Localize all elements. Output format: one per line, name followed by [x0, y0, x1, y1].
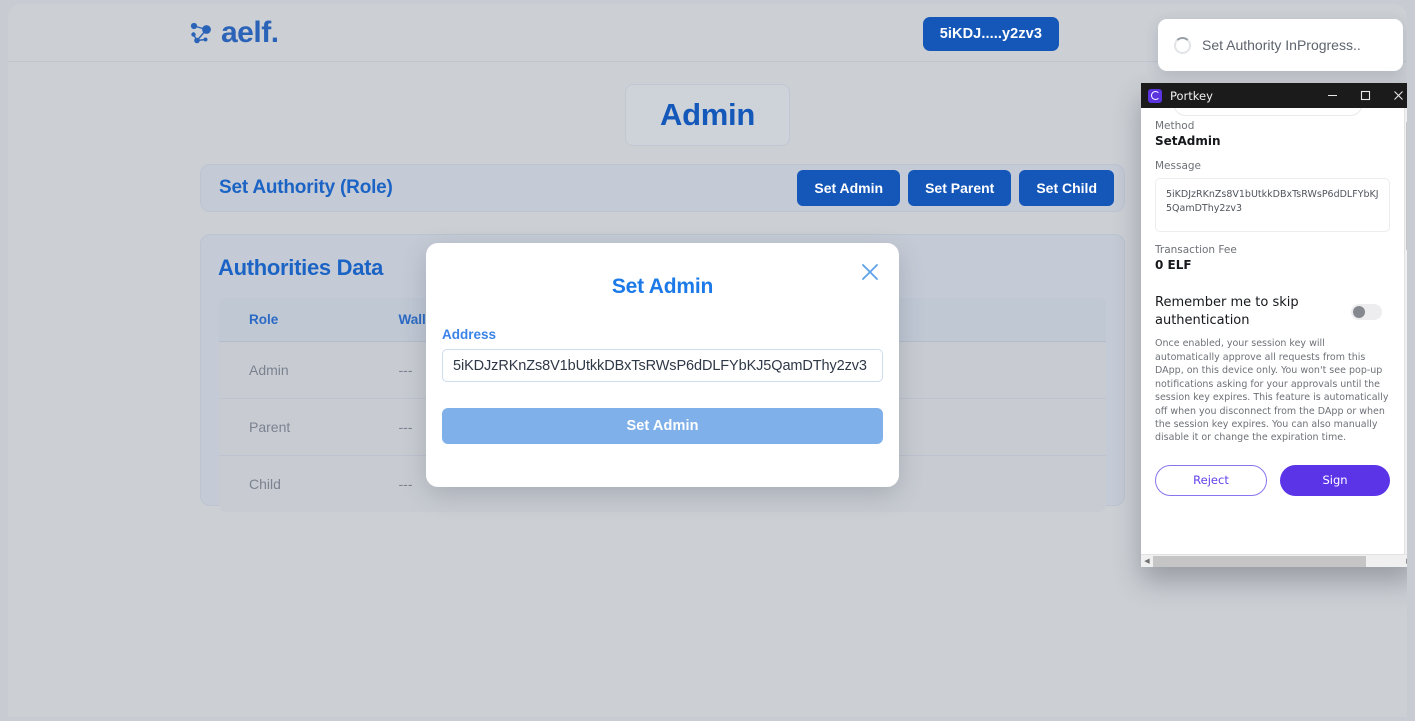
modal-title: Set Admin [611, 275, 714, 298]
status-toast: Set Authority InProgress.. [1158, 19, 1403, 71]
portkey-window-title: Portkey [1170, 88, 1213, 103]
portkey-vertical-scrollbar[interactable]: ▲ ▼ [1404, 108, 1407, 554]
method-label: Method [1155, 120, 1195, 132]
set-child-button[interactable]: Set Child [1019, 170, 1114, 206]
set-parent-button[interactable]: Set Parent [908, 170, 1012, 206]
column-header-role: Role [219, 298, 369, 342]
portkey-logo-icon [1148, 88, 1162, 103]
toast-message: Set Authority InProgress.. [1202, 37, 1361, 53]
cell-role: Child [219, 455, 369, 512]
vertical-scroll-thumb[interactable] [1406, 122, 1407, 250]
page-title: Admin [625, 84, 790, 146]
remember-me-label: Remember me to skip authentication [1155, 295, 1299, 328]
portkey-partial-card [1173, 108, 1363, 116]
portkey-extension-window: Portkey Method SetAdmin Message 5iKDJzRK… [1141, 83, 1407, 567]
message-value: 5iKDJzRKnZs8V1bUtkkDBxTsRWsP6dDLFYbKJ5Qa… [1166, 189, 1379, 214]
wallet-address-button[interactable]: 5iKDJ.....y2zv3 [922, 17, 1059, 51]
toggle-knob [1353, 305, 1365, 318]
maximize-icon[interactable] [1349, 83, 1382, 108]
message-label: Message [1155, 160, 1202, 172]
address-input[interactable] [442, 349, 883, 382]
modal-set-admin-submit-button[interactable]: Set Admin [442, 408, 883, 444]
scroll-up-arrow-icon[interactable]: ▲ [1405, 108, 1407, 120]
cell-role: Parent [219, 398, 369, 456]
brand-logo[interactable]: aelf. [188, 18, 279, 48]
horizontal-scroll-thumb[interactable] [1153, 555, 1366, 567]
portkey-titlebar[interactable]: Portkey [1141, 83, 1407, 108]
cell-role: Admin [219, 341, 369, 399]
transaction-fee-label: Transaction Fee [1155, 244, 1237, 256]
session-key-description: Once enabled, your session key will auto… [1155, 338, 1389, 444]
brand-name: aelf. [221, 16, 279, 49]
set-authority-title: Set Authority (Role) [219, 177, 393, 198]
set-admin-button[interactable]: Set Admin [797, 170, 901, 206]
remember-me-row: Remember me to skip authentication [1155, 294, 1390, 329]
browser-window: aelf. 5iKDJ.....y2zv3 Admin Set Authorit… [8, 4, 1407, 717]
aelf-logo-icon [188, 20, 214, 46]
close-icon[interactable] [1382, 83, 1407, 108]
close-icon[interactable] [857, 259, 883, 285]
scroll-right-arrow-icon[interactable]: ▶ [1403, 557, 1407, 565]
sign-button[interactable]: Sign [1280, 464, 1390, 496]
scroll-left-arrow-icon[interactable]: ◀ [1141, 557, 1153, 565]
reject-button[interactable]: Reject [1155, 464, 1267, 496]
loading-spinner-icon [1174, 36, 1191, 54]
scroll-down-arrow-icon[interactable]: ▼ [1405, 542, 1407, 554]
method-value: SetAdmin [1155, 134, 1221, 148]
message-box: 5iKDJzRKnZs8V1bUtkkDBxTsRWsP6dDLFYbKJ5Qa… [1155, 178, 1390, 232]
portkey-horizontal-scrollbar[interactable]: ◀ ▶ [1141, 554, 1407, 567]
address-field-label: Address [442, 327, 497, 342]
set-authority-panel: Set Authority (Role) Set Admin Set Paren… [200, 164, 1125, 212]
minimize-icon[interactable] [1316, 83, 1349, 108]
portkey-content: Method SetAdmin Message 5iKDJzRKnZs8V1bU… [1141, 108, 1404, 554]
transaction-fee-value: 0 ELF [1155, 258, 1192, 272]
role-buttons-group: Set Admin Set Parent Set Child [797, 170, 1114, 206]
set-admin-modal: Set Admin Address Set Admin [426, 243, 899, 487]
portkey-action-buttons: Reject Sign [1155, 464, 1390, 496]
remember-me-toggle[interactable] [1351, 303, 1382, 320]
